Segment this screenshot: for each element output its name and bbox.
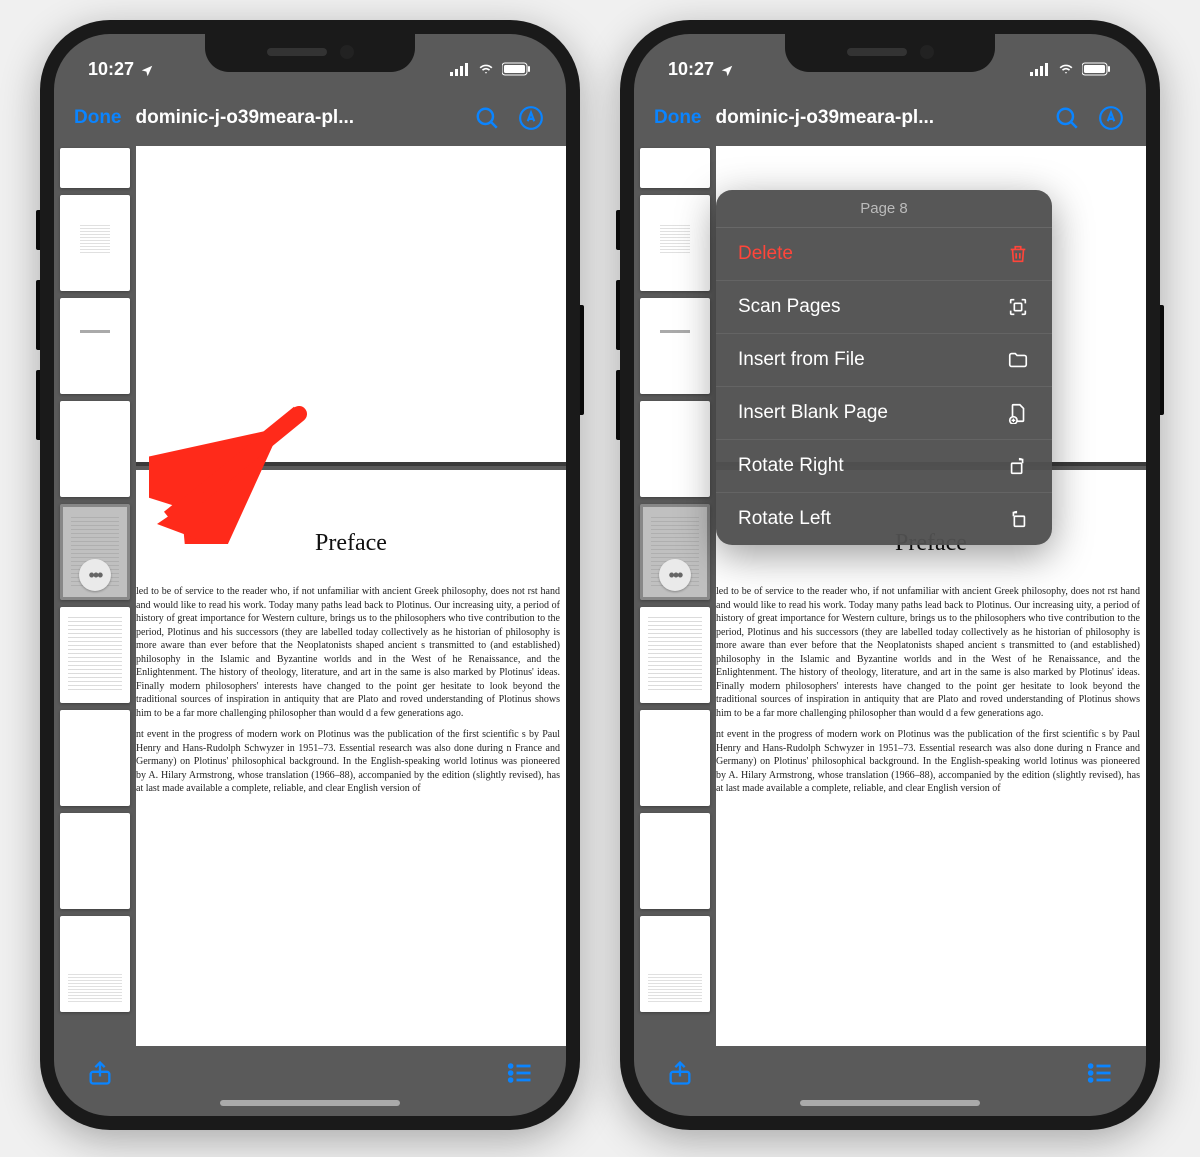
page-thumbnail[interactable]	[60, 195, 130, 291]
trash-icon	[1006, 242, 1030, 266]
page-thumbnail[interactable]	[60, 298, 130, 394]
page-actions-button[interactable]: •••	[79, 559, 111, 591]
page-thumbnail[interactable]	[60, 813, 130, 909]
markup-icon[interactable]	[1096, 103, 1126, 133]
page-viewer[interactable]: Preface led to be of service to the read…	[136, 146, 566, 1046]
page-actions-button[interactable]: •••	[659, 559, 691, 591]
menu-delete[interactable]: Delete	[716, 228, 1052, 281]
status-time: 10:27	[668, 59, 714, 80]
cellular-icon	[1030, 62, 1050, 76]
phone-left: 10:27 Done dominic-j-o39meara-pl...	[40, 20, 580, 1130]
menu-insert-file-label: Insert from File	[738, 349, 865, 371]
menu-insert-file[interactable]: Insert from File	[716, 334, 1052, 387]
menu-scan-pages[interactable]: Scan Pages	[716, 281, 1052, 334]
page-thumbnail[interactable]	[640, 710, 710, 806]
home-indicator[interactable]	[220, 1100, 400, 1106]
menu-insert-blank[interactable]: Insert Blank Page	[716, 387, 1052, 440]
page-body: led to be of service to the reader who, …	[136, 585, 566, 796]
nav-bar: Done dominic-j-o39meara-pl...	[634, 90, 1146, 146]
page-thumbnail-selected[interactable]: •••	[640, 504, 710, 600]
page-thumbnail-selected[interactable]: •••	[60, 504, 130, 600]
location-icon	[720, 62, 734, 76]
page-thumbnail[interactable]	[640, 195, 710, 291]
list-icon[interactable]	[502, 1055, 538, 1091]
folder-icon	[1006, 348, 1030, 372]
page-current: Preface led to be of service to the read…	[136, 470, 566, 1046]
content-area: ••• Preface led to be of service to the …	[54, 146, 566, 1046]
page-current: Preface led to be of service to the read…	[716, 470, 1146, 1046]
battery-icon	[1082, 62, 1112, 76]
menu-insert-blank-label: Insert Blank Page	[738, 402, 888, 424]
list-icon[interactable]	[1082, 1055, 1118, 1091]
menu-rotate-right[interactable]: Rotate Right	[716, 440, 1052, 493]
notch	[785, 34, 995, 72]
page-thumbnail[interactable]	[640, 916, 710, 1012]
scan-icon	[1006, 295, 1030, 319]
page-thumbnail[interactable]	[60, 401, 130, 497]
menu-rotate-right-label: Rotate Right	[738, 455, 844, 477]
location-icon	[140, 62, 154, 76]
page-context-menu: Page 8 Delete Scan Pages Insert from Fil…	[716, 190, 1052, 545]
search-icon[interactable]	[472, 103, 502, 133]
wifi-icon	[476, 62, 496, 76]
home-indicator[interactable]	[800, 1100, 980, 1106]
markup-icon[interactable]	[516, 103, 546, 133]
done-button[interactable]: Done	[654, 107, 702, 129]
phone-right: 10:27 Done dominic-j-o39meara-pl...	[620, 20, 1160, 1130]
thumbnail-sidebar[interactable]: •••	[634, 146, 716, 1046]
page-thumbnail[interactable]	[640, 148, 710, 188]
share-icon[interactable]	[82, 1055, 118, 1091]
notch	[205, 34, 415, 72]
page-heading: Preface	[136, 530, 566, 557]
rotate-left-icon	[1006, 507, 1030, 531]
page-thumbnail[interactable]	[640, 298, 710, 394]
menu-delete-label: Delete	[738, 243, 793, 265]
menu-rotate-left-label: Rotate Left	[738, 508, 831, 530]
nav-bar: Done dominic-j-o39meara-pl...	[54, 90, 566, 146]
thumbnail-sidebar[interactable]: •••	[54, 146, 136, 1046]
blank-page-icon	[1006, 401, 1030, 425]
page-thumbnail[interactable]	[60, 607, 130, 703]
page-thumbnail[interactable]	[60, 148, 130, 188]
page-thumbnail[interactable]	[640, 401, 710, 497]
page-previous	[136, 146, 566, 466]
search-icon[interactable]	[1052, 103, 1082, 133]
share-icon[interactable]	[662, 1055, 698, 1091]
document-title: dominic-j-o39meara-pl...	[136, 107, 459, 129]
page-thumbnail[interactable]	[640, 607, 710, 703]
menu-header: Page 8	[716, 190, 1052, 228]
done-button[interactable]: Done	[74, 107, 122, 129]
cellular-icon	[450, 62, 470, 76]
page-body: led to be of service to the reader who, …	[716, 585, 1146, 796]
page-thumbnail[interactable]	[60, 710, 130, 806]
status-time: 10:27	[88, 59, 134, 80]
document-title: dominic-j-o39meara-pl...	[716, 107, 1039, 129]
menu-rotate-left[interactable]: Rotate Left	[716, 493, 1052, 545]
page-thumbnail[interactable]	[640, 813, 710, 909]
rotate-right-icon	[1006, 454, 1030, 478]
menu-scan-label: Scan Pages	[738, 296, 840, 318]
page-thumbnail[interactable]	[60, 916, 130, 1012]
battery-icon	[502, 62, 532, 76]
wifi-icon	[1056, 62, 1076, 76]
